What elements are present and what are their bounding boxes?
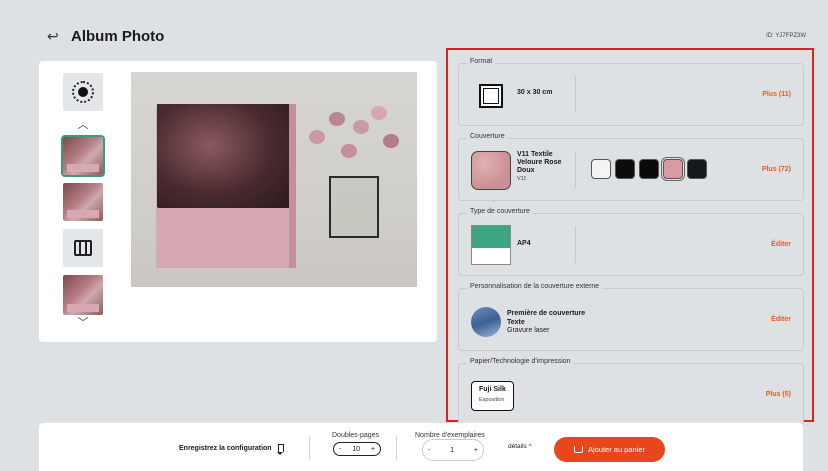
cover-code: V11 [517,176,527,182]
color-swatch-rose[interactable] [661,157,685,181]
cover-material-swatch [471,151,511,190]
cover-type-value: AP4 [517,240,531,247]
personalisation-edit-link[interactable]: Éditer [771,316,791,323]
personalisation-label: Première de couverture Texte Gravure las… [507,310,585,336]
square-format-icon [479,84,503,108]
spreads-minus-button[interactable]: - [339,446,341,453]
page-title: Album Photo [71,27,165,45]
cover-more-link[interactable]: Plus (72) [762,166,791,173]
spreads-label: Doubles-pages [332,432,380,439]
page-header: ↩ Album Photo ID: YJ7FPZ3W [47,26,806,46]
paper-name: Fuji Silk [479,386,506,393]
format-card[interactable]: Format 30 x 30 cm Plus (11) [458,58,804,126]
spreads-stepper[interactable]: - 10 + [333,442,381,456]
thumb-lux[interactable] [63,73,103,111]
save-configuration-label: Enregistrez la configuration [179,444,272,452]
copies-value: 1 [450,446,455,454]
details-toggle[interactable]: détails ^ [508,443,532,450]
color-swatch-black-1[interactable] [615,159,635,179]
personalisation-card[interactable]: Personnalisation de la couverture extern… [458,283,804,351]
add-to-cart-button[interactable]: Ajouter au panier [554,437,665,462]
film-icon [74,240,92,256]
copies-stepper[interactable]: - 1 + [422,439,484,461]
color-swatch-white[interactable] [591,159,611,179]
paper-option[interactable]: Fuji Silk Exposition [471,381,514,411]
save-configuration-button[interactable]: Enregistrez la configuration [179,444,284,452]
format-value: 30 x 30 cm [517,89,553,96]
spreads-value: 10 [352,445,361,453]
chevron-down-icon[interactable]: ﹀ [63,317,103,329]
paper-card[interactable]: Papier/Technologie d'impression Fuji Sil… [458,358,804,426]
color-swatch-navy[interactable] [687,159,707,179]
paper-title: Papier/Technologie d'impression [467,358,574,365]
cover-type-edit-link[interactable]: Éditer [771,241,791,248]
cover-color-options [591,157,707,181]
cover-type-card[interactable]: Type de couverture AP4 Éditer [458,208,804,276]
cart-icon [573,446,583,453]
thumb-video[interactable] [63,229,103,267]
thumb-photo-1[interactable] [61,135,105,177]
spreads-plus-button[interactable]: + [371,446,375,453]
copies-plus-button[interactable]: + [474,447,478,454]
product-id: ID: YJ7FPZ3W [766,33,806,39]
cover-type-title: Type de couverture [467,208,533,215]
format-more-link[interactable]: Plus (11) [762,91,791,98]
engraving-preview [471,307,501,337]
add-to-cart-label: Ajouter au panier [587,445,646,454]
cover-label: V11 Textile Veloure Rose Doux V11 [517,151,577,183]
color-swatch-black-2[interactable] [639,159,659,179]
cover-card[interactable]: Couverture V11 Textile Veloure Rose Doux… [458,133,804,201]
arrow-left-icon[interactable]: ↩ [47,29,61,43]
paper-more-link[interactable]: Plus (5) [766,391,791,398]
thumbnail-strip: ︿ ﹀ [61,73,105,335]
personalisation-line2: Texte [507,318,525,326]
lux-badge-icon [72,81,94,103]
photo-gallery: ︿ ﹀ [39,61,437,342]
cover-type-thumbnail [471,225,511,265]
bookmark-icon [277,444,284,452]
thumb-photo-2[interactable] [63,183,103,221]
thumb-photo-3[interactable] [63,275,103,315]
configuration-panel: Format 30 x 30 cm Plus (11) Couverture V… [446,48,814,426]
main-product-photo [131,72,417,287]
cover-name: V11 Textile Veloure Rose Doux [517,151,562,174]
chevron-up-icon[interactable]: ︿ [63,119,103,131]
personalisation-line3: Gravure laser [507,327,550,334]
cover-title: Couverture [467,133,508,140]
copies-label: Nombre d'exemplaires [415,432,485,439]
personalisation-title: Personnalisation de la couverture extern… [467,283,603,290]
format-title: Format [467,58,496,65]
paper-sub: Exposition [479,397,505,403]
bottom-action-bar: Enregistrez la configuration Doubles-pag… [39,423,803,471]
copies-minus-button[interactable]: - [428,447,430,454]
personalisation-line1: Première de couverture [507,310,586,317]
